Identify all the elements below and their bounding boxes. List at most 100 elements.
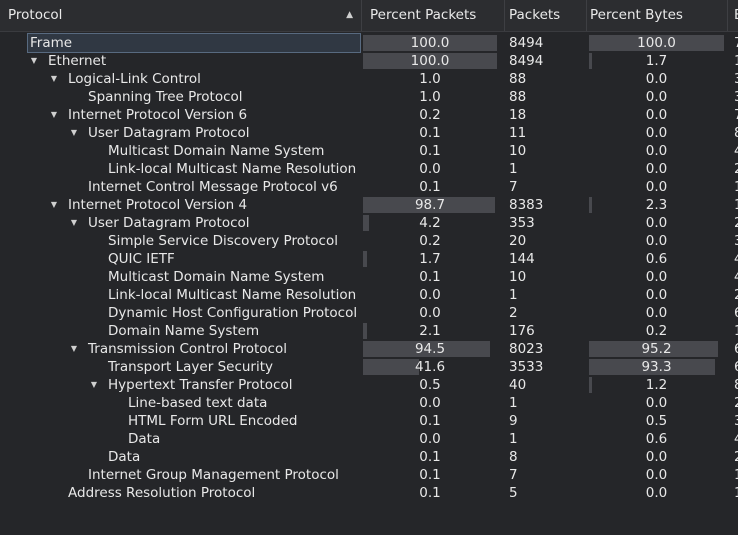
protocol-name: Internet Control Message Protocol v6 bbox=[88, 179, 338, 195]
percent-bytes-value: 1.2 bbox=[645, 377, 668, 393]
percent-bytes-cell: 0.5 bbox=[589, 412, 724, 430]
table-row[interactable]: ▼ Hypertext Transfer Protocol 0.5 40 1.2 8 bbox=[0, 376, 738, 394]
percent-bytes-value: 0.0 bbox=[645, 161, 668, 177]
table-row[interactable]: ▼ Logical-Link Control 1.0 88 0.0 3 bbox=[0, 70, 738, 88]
packets-cell: 1 bbox=[509, 395, 518, 411]
protocol-cell: ▼ User Datagram Protocol bbox=[68, 214, 250, 232]
percent-bytes-value: 0.0 bbox=[645, 71, 668, 87]
protocol-cell: Spanning Tree Protocol bbox=[68, 88, 243, 106]
protocol-hierarchy-tree: ▼Frame100.08494100.07▼Ethernet100.084941… bbox=[0, 32, 738, 535]
percent-bytes-value: 95.2 bbox=[641, 341, 672, 357]
table-row[interactable]: ▼ User Datagram Protocol 4.2 353 0.0 2 bbox=[0, 214, 738, 232]
sort-ascending-icon[interactable]: ▲ bbox=[346, 0, 353, 30]
extra-column-cell: 6 bbox=[734, 358, 738, 376]
percent-packets-cell: 0.0 bbox=[363, 160, 497, 178]
table-row[interactable]: HTML Form URL Encoded 0.1 9 0.5 3 bbox=[0, 412, 738, 430]
packets-cell: 8494 bbox=[509, 35, 544, 51]
column-header-protocol-label: Protocol bbox=[8, 7, 63, 23]
chevron-down-icon[interactable]: ▼ bbox=[48, 70, 60, 88]
table-row[interactable]: Data 0.1 8 0.0 2 bbox=[0, 448, 738, 466]
percent-packets-value: 41.6 bbox=[414, 359, 446, 375]
percent-bytes-cell: 95.2 bbox=[589, 340, 724, 358]
percent-packets-cell: 98.7 bbox=[363, 196, 497, 214]
protocol-name: Simple Service Discovery Protocol bbox=[108, 233, 338, 249]
table-row[interactable]: Domain Name System 2.1 176 0.2 1 bbox=[0, 322, 738, 340]
chevron-down-icon[interactable]: ▼ bbox=[48, 196, 60, 214]
extra-column-cell: 1 bbox=[734, 466, 738, 484]
table-row[interactable]: Address Resolution Protocol 0.1 5 0.0 1 bbox=[0, 484, 738, 502]
table-row[interactable]: ▼ Internet Protocol Version 6 0.2 18 0.0 7 bbox=[0, 106, 738, 124]
percent-bytes-cell: 1.7 bbox=[589, 52, 724, 70]
percent-packets-value: 100.0 bbox=[410, 53, 450, 69]
table-row[interactable]: QUIC IETF 1.7 144 0.6 4 bbox=[0, 250, 738, 268]
extra-column-cell: 8 bbox=[734, 124, 738, 142]
percent-bytes-value: 0.0 bbox=[645, 287, 668, 303]
protocol-cell: Data bbox=[88, 448, 140, 466]
percent-bytes-value: 0.0 bbox=[645, 233, 668, 249]
table-row[interactable]: Simple Service Discovery Protocol 0.2 20 0.… bbox=[0, 232, 738, 250]
percent-bytes-cell: 0.2 bbox=[589, 322, 724, 340]
chevron-down-icon[interactable]: ▼ bbox=[28, 52, 40, 70]
column-header-packets[interactable]: Packets bbox=[505, 0, 587, 31]
packets-cell: 7 bbox=[509, 179, 518, 195]
percent-bytes-cell: 0.0 bbox=[589, 214, 724, 232]
protocol-name: User Datagram Protocol bbox=[88, 215, 250, 231]
column-header-extra[interactable]: B bbox=[728, 0, 738, 31]
percent-packets-cell: 1.7 bbox=[363, 250, 497, 268]
table-row[interactable]: Transport Layer Security 41.6 3533 93.3 6 bbox=[0, 358, 738, 376]
table-row[interactable]: ▼ Internet Protocol Version 4 98.7 8383 2.3 1 bbox=[0, 196, 738, 214]
percent-packets-value: 0.1 bbox=[419, 143, 441, 159]
table-row[interactable]: ▼ Ethernet 100.0 8494 1.7 1 bbox=[0, 52, 738, 70]
protocol-name: Link-local Multicast Name Resolution bbox=[108, 161, 357, 177]
table-row[interactable]: Link-local Multicast Name Resolution 0.0 1… bbox=[0, 160, 738, 178]
percent-bytes-cell: 100.0 bbox=[589, 34, 724, 52]
percent-packets-cell: 0.1 bbox=[363, 466, 497, 484]
percent-bytes-value: 0.0 bbox=[645, 143, 668, 159]
table-row[interactable]: Line-based text data 0.0 1 0.0 2 bbox=[0, 394, 738, 412]
protocol-name: Address Resolution Protocol bbox=[68, 485, 256, 501]
packets-cell: 8 bbox=[509, 449, 518, 465]
protocol-name: Multicast Domain Name System bbox=[108, 143, 325, 159]
percent-packets-cell: 0.5 bbox=[363, 376, 497, 394]
table-row[interactable]: ▼Frame 100.0 8494 100.0 7 bbox=[0, 33, 738, 53]
percent-packets-cell: 94.5 bbox=[363, 340, 497, 358]
chevron-down-icon[interactable]: ▼ bbox=[68, 124, 80, 142]
percent-packets-value: 94.5 bbox=[414, 341, 446, 357]
percent-packets-value: 0.5 bbox=[419, 377, 441, 393]
percent-packets-cell: 0.1 bbox=[363, 484, 497, 502]
table-row[interactable]: Internet Control Message Protocol v6 0.1 7… bbox=[0, 178, 738, 196]
packets-cell: 20 bbox=[509, 233, 527, 249]
table-row[interactable]: Link-local Multicast Name Resolution 0.0 1… bbox=[0, 286, 738, 304]
percent-packets-value: 0.1 bbox=[419, 485, 441, 501]
table-row[interactable]: Dynamic Host Configuration Protocol 0.0 2 0… bbox=[0, 304, 738, 322]
percent-bytes-cell: 1.2 bbox=[589, 376, 724, 394]
table-row[interactable]: Spanning Tree Protocol 1.0 88 0.0 3 bbox=[0, 88, 738, 106]
column-header-protocol[interactable]: Protocol ▲ bbox=[0, 0, 362, 31]
table-row[interactable]: Internet Group Management Protocol 0.1 7 0.… bbox=[0, 466, 738, 484]
extra-column-cell: 3 bbox=[734, 232, 738, 250]
percent-packets-cell: 1.0 bbox=[363, 70, 497, 88]
table-row[interactable]: Multicast Domain Name System 0.1 10 0.0 4 bbox=[0, 142, 738, 160]
percent-bytes-cell: 0.0 bbox=[589, 484, 724, 502]
chevron-down-icon[interactable]: ▼ bbox=[68, 214, 80, 232]
percent-bytes-cell: 0.0 bbox=[589, 70, 724, 88]
percent-bytes-value: 0.0 bbox=[645, 179, 668, 195]
packets-cell: 10 bbox=[509, 269, 527, 285]
table-row[interactable]: ▼ Transmission Control Protocol 94.5 8023 95… bbox=[0, 340, 738, 358]
column-header-percent-bytes[interactable]: Percent Bytes bbox=[587, 0, 728, 31]
extra-column-cell: 7 bbox=[734, 34, 738, 52]
packets-cell: 8383 bbox=[509, 197, 544, 213]
percent-packets-cell: 100.0 bbox=[363, 34, 497, 52]
table-row[interactable]: ▼ User Datagram Protocol 0.1 11 0.0 8 bbox=[0, 124, 738, 142]
packets-cell: 2 bbox=[509, 305, 518, 321]
column-header-percent-packets[interactable]: Percent Packets bbox=[362, 0, 505, 31]
table-row[interactable]: Data 0.0 1 0.6 4 bbox=[0, 430, 738, 448]
extra-column-cell: 4 bbox=[734, 430, 738, 448]
percent-bytes-value: 93.3 bbox=[641, 359, 672, 375]
chevron-down-icon[interactable]: ▼ bbox=[48, 106, 60, 124]
table-row[interactable]: Multicast Domain Name System 0.1 10 0.0 4 bbox=[0, 268, 738, 286]
percent-bytes-cell: 0.0 bbox=[589, 466, 724, 484]
chevron-down-icon[interactable]: ▼ bbox=[68, 340, 80, 358]
extra-column-cell: 1 bbox=[734, 322, 738, 340]
chevron-down-icon[interactable]: ▼ bbox=[88, 376, 100, 394]
